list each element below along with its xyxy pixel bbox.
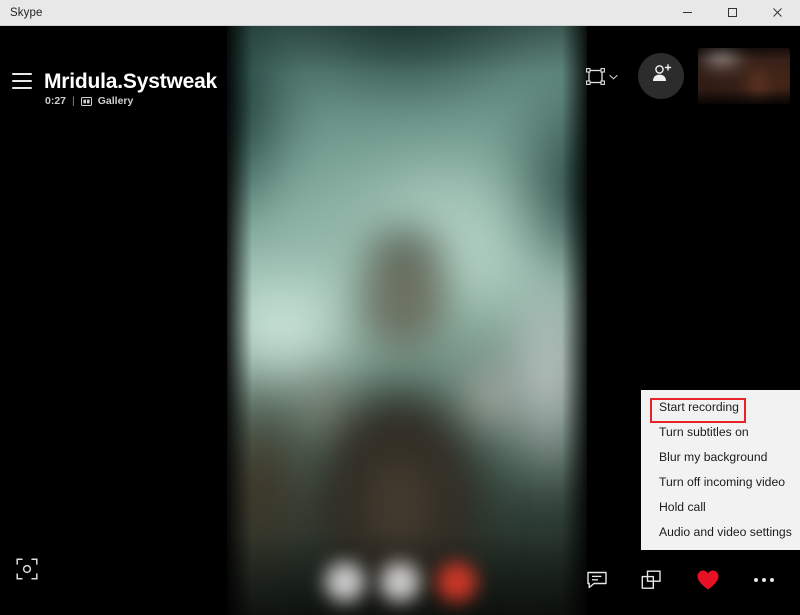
gallery-icon xyxy=(80,96,92,106)
maximize-button[interactable] xyxy=(710,0,755,26)
self-video-vignette xyxy=(698,48,790,104)
remote-video-feed[interactable] xyxy=(227,26,587,615)
page-title: Mridula.Systweak xyxy=(44,70,218,93)
call-bottom-bar xyxy=(0,545,800,615)
layout-frame-icon[interactable] xyxy=(580,61,624,91)
chat-bubble-icon[interactable] xyxy=(587,571,607,589)
call-header-actions xyxy=(580,26,800,126)
menu-item-audio-and-video-settings[interactable]: Audio and video settings xyxy=(641,519,800,544)
view-mode-label: Gallery xyxy=(97,95,134,107)
menu-item-hold-call[interactable]: Hold call xyxy=(641,494,800,519)
more-options-context-menu: Start recording Turn subtitles on Blur m… xyxy=(641,390,800,550)
hamburger-icon[interactable] xyxy=(12,73,32,89)
call-controls-blurred xyxy=(307,554,507,606)
chevron-down-icon xyxy=(609,67,618,85)
menu-item-turn-subtitles-on[interactable]: Turn subtitles on xyxy=(641,419,800,444)
menu-item-blur-my-background[interactable]: Blur my background xyxy=(641,444,800,469)
app-title: Skype xyxy=(10,6,43,19)
call-duration: 0:27 xyxy=(45,95,67,107)
microphone-toggle-button[interactable] xyxy=(325,562,365,602)
heart-icon[interactable] xyxy=(696,569,720,591)
call-subtitle: 0:27 | Gallery xyxy=(45,95,133,107)
call-control-buttons xyxy=(227,545,587,615)
menu-item-start-recording[interactable]: Start recording xyxy=(641,394,800,419)
skype-call-window: Skype Mridula.Systweak 0:27 | Gallery St… xyxy=(0,0,800,615)
menu-item-turn-off-incoming-video[interactable]: Turn off incoming video xyxy=(641,469,800,494)
snapshot-camera-icon[interactable] xyxy=(16,558,38,585)
add-person-button[interactable] xyxy=(638,53,684,99)
close-button[interactable] xyxy=(755,0,800,26)
end-call-button[interactable] xyxy=(437,562,477,602)
window-controls xyxy=(665,0,800,26)
call-side-actions xyxy=(587,545,794,615)
add-person-icon xyxy=(650,63,672,89)
window-title-bar: Skype xyxy=(0,0,800,26)
screen-share-icon[interactable] xyxy=(641,570,662,590)
call-header-left: Mridula.Systweak 0:27 | Gallery xyxy=(0,26,227,126)
subtitle-separator: | xyxy=(72,95,75,107)
self-video-thumbnail[interactable] xyxy=(698,48,790,104)
video-vignette xyxy=(227,26,587,615)
more-dots-icon[interactable] xyxy=(754,578,774,582)
minimize-button[interactable] xyxy=(665,0,710,26)
camera-toggle-button[interactable] xyxy=(380,562,420,602)
